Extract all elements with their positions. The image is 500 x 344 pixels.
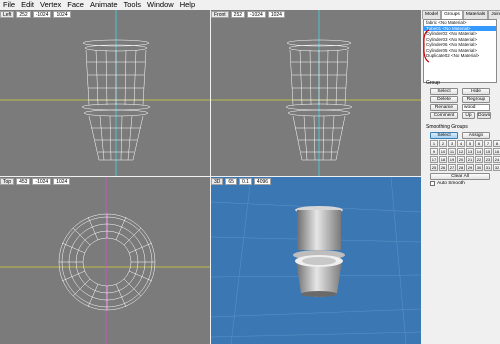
view-select-3d[interactable]: 3D	[211, 177, 224, 185]
smoothing-group-17[interactable]: 17	[430, 156, 438, 163]
smoothing-group-9[interactable]: 9	[430, 148, 438, 155]
auto-smooth-toggle[interactable]: Auto Smooth	[430, 181, 465, 186]
down-button[interactable]: Down	[477, 112, 491, 119]
near-field[interactable]: 0.1	[238, 177, 252, 185]
smoothing-group-25[interactable]: 25	[430, 164, 438, 171]
comment-button[interactable]: Comment	[430, 112, 458, 119]
left-view-wireframe	[0, 10, 210, 176]
smoothing-groups-label: Smoothing Groups	[426, 124, 468, 130]
smoothing-group-16[interactable]: 16	[493, 148, 500, 155]
smoothing-group-32[interactable]: 32	[493, 164, 500, 171]
3d-toilet-model	[211, 177, 421, 344]
view-select-top[interactable]: Top	[0, 177, 15, 185]
front-view-wireframe	[211, 10, 421, 176]
menu-face[interactable]: Face	[67, 0, 84, 10]
viewport-top[interactable]: Top 453 -1024 1024	[0, 177, 210, 344]
tab-model[interactable]: Model	[422, 10, 442, 19]
smoothing-group-23[interactable]: 23	[484, 156, 492, 163]
rename-button[interactable]: Rename	[430, 104, 458, 111]
smoothing-group-10[interactable]: 10	[439, 148, 447, 155]
far-field[interactable]: 1024	[53, 177, 71, 185]
smoothing-group-3[interactable]: 3	[448, 140, 456, 147]
smoothing-group-22[interactable]: 22	[475, 156, 483, 163]
tab-joints[interactable]: Joints	[488, 10, 500, 19]
smoothing-group-24[interactable]: 24	[493, 156, 500, 163]
near-field[interactable]: -1024	[247, 10, 266, 18]
group-label: Group	[426, 80, 440, 86]
menu-file[interactable]: File	[3, 0, 15, 10]
zoom-field[interactable]: 453	[16, 177, 31, 185]
menu-tools[interactable]: Tools	[124, 0, 142, 10]
smoothing-group-29[interactable]: 29	[466, 164, 474, 171]
menu-window[interactable]: Window	[147, 0, 174, 10]
top-view-wireframe	[0, 177, 210, 344]
clear-all-button[interactable]: Clear All	[430, 173, 490, 180]
viewport-3d[interactable]: 3D 65 0.1 4096	[211, 177, 421, 344]
auto-smooth-label: Auto Smooth	[437, 181, 465, 186]
smoothing-group-31[interactable]: 31	[484, 164, 492, 171]
smoothing-group-13[interactable]: 13	[466, 148, 474, 155]
menu-edit[interactable]: Edit	[21, 0, 34, 10]
fov-field[interactable]: 65	[225, 177, 237, 185]
tab-materials[interactable]: Materials	[462, 10, 489, 19]
up-button[interactable]: Up	[462, 112, 475, 119]
viewport-front[interactable]: Front 252 -1024 1024	[211, 10, 421, 176]
regroup-button[interactable]: Regroup	[462, 96, 490, 103]
smoothing-group-26[interactable]: 26	[439, 164, 447, 171]
sg-assign-button[interactable]: Assign	[462, 132, 490, 139]
near-field[interactable]: -1024	[32, 177, 52, 185]
smoothing-group-21[interactable]: 21	[466, 156, 474, 163]
zoom-field[interactable]: 252	[230, 10, 246, 18]
smoothing-group-grid: 1 2 3 4 5 6 7 8 9 10 11 12 13 14 15 16 17 18 19 20 21 22 23 24 2…	[430, 140, 500, 171]
smoothing-group-15[interactable]: 15	[484, 148, 492, 155]
group-name-field[interactable]: wood	[462, 104, 490, 111]
menu-help[interactable]: Help	[180, 0, 195, 10]
near-field[interactable]: -1024	[32, 10, 52, 18]
smoothing-group-7[interactable]: 7	[484, 140, 492, 147]
tab-groups[interactable]: Groups	[441, 10, 463, 19]
menu-vertex[interactable]: Vertex	[40, 0, 61, 10]
view-select-left[interactable]: Left	[0, 10, 15, 18]
smoothing-group-30[interactable]: 30	[475, 164, 483, 171]
smoothing-group-8[interactable]: 8	[493, 140, 500, 147]
smoothing-group-4[interactable]: 4	[457, 140, 465, 147]
smoothing-group-18[interactable]: 18	[439, 156, 447, 163]
panel-tabs: Model Groups Materials Joints	[422, 10, 500, 19]
red-annotation-bracket	[423, 29, 430, 63]
smoothing-group-27[interactable]: 27	[448, 164, 456, 171]
smoothing-group-11[interactable]: 11	[448, 148, 456, 155]
auto-smooth-checkbox[interactable]	[430, 181, 435, 186]
smoothing-group-28[interactable]: 28	[457, 164, 465, 171]
smoothing-group-19[interactable]: 19	[448, 156, 456, 163]
menu-animate[interactable]: Animate	[90, 0, 118, 10]
sg-select-button[interactable]: Select	[430, 132, 458, 139]
viewport-left[interactable]: Left 252 -1024 1024	[0, 10, 210, 176]
smoothing-group-6[interactable]: 6	[475, 140, 483, 147]
smoothing-group-2[interactable]: 2	[439, 140, 447, 147]
smoothing-group-20[interactable]: 20	[457, 156, 465, 163]
zoom-field[interactable]: 252	[16, 10, 31, 18]
list-item[interactable]: Duplicate02 <No Material>	[424, 53, 496, 59]
delete-button[interactable]: Delete	[430, 96, 458, 103]
hide-button[interactable]: Hide	[462, 88, 490, 95]
select-button[interactable]: Select	[430, 88, 458, 95]
far-field[interactable]: 1024	[267, 10, 285, 18]
group-list[interactable]: fabric <No Material> Tube01 <No Material…	[423, 19, 497, 83]
view-select-front[interactable]: Front	[211, 10, 229, 18]
smoothing-group-12[interactable]: 12	[457, 148, 465, 155]
smoothing-group-5[interactable]: 5	[466, 140, 474, 147]
smoothing-group-14[interactable]: 14	[475, 148, 483, 155]
smoothing-group-1[interactable]: 1	[430, 140, 438, 147]
far-field[interactable]: 4096	[253, 177, 272, 185]
far-field[interactable]: 1024	[53, 10, 71, 18]
menu-bar: File Edit Vertex Face Animate Tools Wind…	[0, 0, 500, 10]
